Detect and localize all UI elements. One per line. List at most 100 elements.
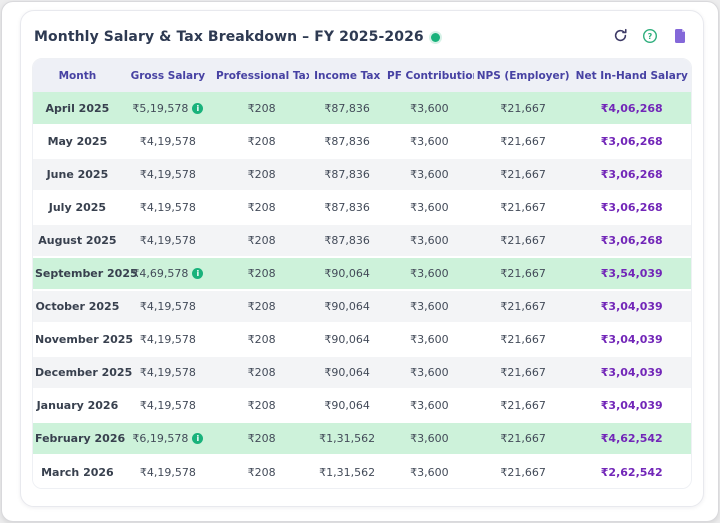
info-icon[interactable]: i — [192, 103, 203, 114]
professional-tax-cell: ₹208 — [214, 455, 309, 488]
net-in-hand-cell: ₹3,06,268 — [573, 158, 691, 191]
nps-employer-cell: ₹21,667 — [474, 125, 573, 158]
help-button[interactable]: ? — [641, 28, 659, 46]
income-tax-cell: ₹90,064 — [309, 323, 385, 356]
professional-tax-cell: ₹208 — [214, 257, 309, 290]
month-cell: July 2025 — [33, 191, 122, 224]
net-in-hand-cell: ₹2,62,542 — [573, 455, 691, 488]
income-tax-cell: ₹87,836 — [309, 224, 385, 257]
table-row[interactable]: January 2026 ₹4,19,578 i ₹208 ₹90,064 ₹3… — [33, 389, 691, 422]
professional-tax-cell: ₹208 — [214, 356, 309, 389]
gross-salary-cell: ₹4,19,578 i — [122, 191, 214, 224]
professional-tax-cell: ₹208 — [214, 92, 309, 125]
month-cell: November 2025 — [33, 323, 122, 356]
nps-employer-cell: ₹21,667 — [474, 224, 573, 257]
nps-employer-cell: ₹21,667 — [474, 389, 573, 422]
pf-contribution-cell: ₹3,600 — [385, 323, 474, 356]
table-row[interactable]: May 2025 ₹4,19,578 i ₹208 ₹87,836 ₹3,600… — [33, 125, 691, 158]
info-icon[interactable]: i — [192, 268, 203, 279]
document-icon — [673, 28, 687, 47]
nps-employer-cell: ₹21,667 — [474, 158, 573, 191]
professional-tax-cell: ₹208 — [214, 125, 309, 158]
net-in-hand-cell: ₹3,04,039 — [573, 290, 691, 323]
table-row[interactable]: September 2025 ₹4,69,578 i ₹208 ₹90,064 … — [33, 257, 691, 290]
nps-employer-cell: ₹21,667 — [474, 356, 573, 389]
gross-salary-cell: ₹4,19,578 i — [122, 290, 214, 323]
net-in-hand-cell: ₹4,06,268 — [573, 92, 691, 125]
month-cell: February 2026 — [33, 422, 122, 455]
month-cell: August 2025 — [33, 224, 122, 257]
pf-contribution-cell: ₹3,600 — [385, 125, 474, 158]
column-header-0: Month — [33, 59, 122, 92]
column-header-3: Income Tax — [309, 59, 385, 92]
salary-table: MonthGross SalaryProfessional TaxIncome … — [32, 58, 692, 489]
month-cell: April 2025 — [33, 92, 122, 125]
month-cell: May 2025 — [33, 125, 122, 158]
pf-contribution-cell: ₹3,600 — [385, 191, 474, 224]
page-title: Monthly Salary & Tax Breakdown – FY 2025… — [34, 29, 424, 45]
table-header-row: MonthGross SalaryProfessional TaxIncome … — [33, 59, 691, 92]
income-tax-cell: ₹90,064 — [309, 356, 385, 389]
net-in-hand-cell: ₹3,54,039 — [573, 257, 691, 290]
salary-breakdown-card: Monthly Salary & Tax Breakdown – FY 2025… — [20, 10, 704, 507]
gross-salary-cell: ₹4,19,578 i — [122, 224, 214, 257]
table-row[interactable]: June 2025 ₹4,19,578 i ₹208 ₹87,836 ₹3,60… — [33, 158, 691, 191]
professional-tax-cell: ₹208 — [214, 158, 309, 191]
table-row[interactable]: March 2026 ₹4,19,578 i ₹208 ₹1,31,562 ₹3… — [33, 455, 691, 488]
info-icon[interactable]: i — [192, 433, 203, 444]
net-in-hand-cell: ₹3,06,268 — [573, 191, 691, 224]
header-actions: ? — [611, 28, 689, 46]
net-in-hand-cell: ₹3,06,268 — [573, 224, 691, 257]
pf-contribution-cell: ₹3,600 — [385, 158, 474, 191]
table-row[interactable]: October 2025 ₹4,19,578 i ₹208 ₹90,064 ₹3… — [33, 290, 691, 323]
pf-contribution-cell: ₹3,600 — [385, 455, 474, 488]
net-in-hand-cell: ₹3,04,039 — [573, 389, 691, 422]
pf-contribution-cell: ₹3,600 — [385, 224, 474, 257]
table-row[interactable]: August 2025 ₹4,19,578 i ₹208 ₹87,836 ₹3,… — [33, 224, 691, 257]
income-tax-cell: ₹90,064 — [309, 389, 385, 422]
table-row[interactable]: December 2025 ₹4,19,578 i ₹208 ₹90,064 ₹… — [33, 356, 691, 389]
gross-salary-cell: ₹5,19,578 i — [122, 92, 214, 125]
refresh-button[interactable] — [611, 28, 629, 46]
card-header: Monthly Salary & Tax Breakdown – FY 2025… — [21, 11, 703, 58]
net-in-hand-cell: ₹3,04,039 — [573, 356, 691, 389]
professional-tax-cell: ₹208 — [214, 290, 309, 323]
gross-salary-cell: ₹4,19,578 i — [122, 125, 214, 158]
income-tax-cell: ₹90,064 — [309, 290, 385, 323]
gross-salary-cell: ₹4,19,578 i — [122, 356, 214, 389]
table-row[interactable]: November 2025 ₹4,19,578 i ₹208 ₹90,064 ₹… — [33, 323, 691, 356]
nps-employer-cell: ₹21,667 — [474, 290, 573, 323]
net-in-hand-cell: ₹3,04,039 — [573, 323, 691, 356]
nps-employer-cell: ₹21,667 — [474, 191, 573, 224]
refresh-icon — [613, 28, 628, 46]
income-tax-cell: ₹87,836 — [309, 125, 385, 158]
table-row[interactable]: July 2025 ₹4,19,578 i ₹208 ₹87,836 ₹3,60… — [33, 191, 691, 224]
nps-employer-cell: ₹21,667 — [474, 92, 573, 125]
column-header-6: Net In-Hand Salary — [573, 59, 691, 92]
pf-contribution-cell: ₹3,600 — [385, 389, 474, 422]
month-cell: June 2025 — [33, 158, 122, 191]
professional-tax-cell: ₹208 — [214, 422, 309, 455]
column-header-4: PF Contribution — [385, 59, 474, 92]
professional-tax-cell: ₹208 — [214, 191, 309, 224]
gross-salary-cell: ₹4,19,578 i — [122, 158, 214, 191]
income-tax-cell: ₹90,064 — [309, 257, 385, 290]
report-button[interactable] — [671, 28, 689, 46]
column-header-5: NPS (Employer) — [474, 59, 573, 92]
pf-contribution-cell: ₹3,600 — [385, 422, 474, 455]
table-row[interactable]: February 2026 ₹6,19,578 i ₹208 ₹1,31,562… — [33, 422, 691, 455]
gross-salary-cell: ₹6,19,578 i — [122, 422, 214, 455]
month-cell: March 2026 — [33, 455, 122, 488]
nps-employer-cell: ₹21,667 — [474, 323, 573, 356]
income-tax-cell: ₹1,31,562 — [309, 422, 385, 455]
income-tax-cell: ₹87,836 — [309, 92, 385, 125]
gross-salary-cell: ₹4,19,578 i — [122, 323, 214, 356]
app-window: Monthly Salary & Tax Breakdown – FY 2025… — [1, 1, 719, 522]
nps-employer-cell: ₹21,667 — [474, 422, 573, 455]
month-cell: January 2026 — [33, 389, 122, 422]
gross-salary-cell: ₹4,69,578 i — [122, 257, 214, 290]
help-icon: ? — [642, 28, 658, 47]
gross-salary-cell: ₹4,19,578 i — [122, 455, 214, 488]
table-row[interactable]: April 2025 ₹5,19,578 i ₹208 ₹87,836 ₹3,6… — [33, 92, 691, 125]
nps-employer-cell: ₹21,667 — [474, 257, 573, 290]
